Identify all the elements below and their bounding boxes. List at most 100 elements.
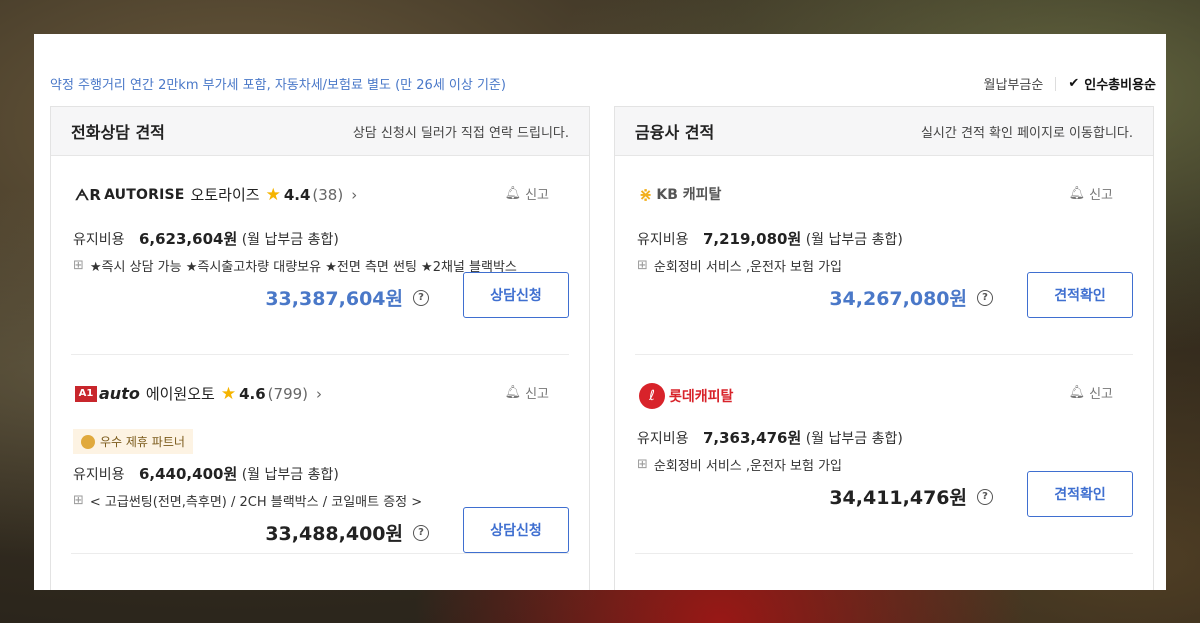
report-button[interactable]: 🔔︎ 신고: [505, 383, 549, 402]
gift-icon: ⊞: [73, 258, 84, 273]
autorise-logo: ᗅR AUTORISE: [75, 186, 185, 204]
kb-logo-text: KB 캐피탈: [656, 187, 722, 203]
a1auto-logo: A1 auto: [75, 384, 140, 403]
total-price: 33,387,604원 ?: [265, 284, 429, 311]
dealer-brand[interactable]: ᗅR AUTORISE 오토라이즈 ★ 4.4 (38) ›: [75, 184, 357, 205]
star-icon: ★: [220, 383, 237, 404]
bell-icon: 🔔︎: [504, 186, 522, 201]
column-title: 전화상담 견적: [71, 123, 165, 142]
help-icon[interactable]: ?: [413, 289, 429, 306]
dealer-options: ⊞ ★즉시 상담 가능 ★즉시출고차량 대량보유 ★전면 측면 썬팅 ★2채널 …: [73, 256, 517, 275]
help-icon[interactable]: ?: [977, 488, 993, 505]
price-value: 34,267,080원: [829, 288, 967, 310]
dealer-brand[interactable]: A1 auto 에이원오토 ★ 4.6 (799) ›: [75, 383, 322, 404]
report-label: 신고: [1089, 387, 1113, 402]
column-subtitle: 실시간 견적 확인 페이지로 이동합니다.: [920, 125, 1133, 141]
fee-suffix: (월 납부금 총합): [805, 431, 903, 447]
fee-value: 6,623,604원: [138, 230, 238, 248]
options-text: ★즉시 상담 가능 ★즉시출고차량 대량보유 ★전면 측면 썬팅 ★2채널 블랙…: [89, 260, 517, 275]
bell-icon: 🔔︎: [504, 385, 522, 400]
column-subtitle: 상담 신청시 딜러가 직접 연락 드립니다.: [352, 125, 569, 141]
finance-item-kb: ⋇ KB 캐피탈 🔔︎ 신고 유지비용 7,219,080원 (월 납부금 총합…: [635, 156, 1133, 355]
bell-icon: 🔔︎: [1068, 385, 1086, 400]
help-icon[interactable]: ?: [977, 289, 993, 306]
fee-value: 7,219,080원: [702, 230, 802, 248]
chevron-right-icon: ›: [316, 384, 323, 403]
kb-capital-logo: ⋇ KB 캐피탈: [639, 184, 721, 204]
fee-label: 유지비용: [73, 467, 125, 483]
finance-company-column: 금융사 견적 실시간 견적 확인 페이지로 이동합니다. ⋇ KB 캐피탈 🔔︎…: [614, 106, 1154, 590]
fee-suffix: (월 납부금 총합): [241, 467, 339, 483]
total-price: 33,488,400원 ?: [265, 519, 429, 546]
a1auto-logo-box: A1: [75, 385, 97, 402]
finance-options: ⊞ 순회정비 서비스 ,운전자 보험 가입: [637, 455, 842, 474]
maintenance-fee: 유지비용 7,363,476원 (월 납부금 총합): [637, 427, 903, 448]
total-price: 34,411,476원 ?: [829, 483, 993, 510]
price-value: 34,411,476원: [829, 487, 967, 509]
fee-value: 7,363,476원: [702, 429, 802, 447]
total-price: 34,267,080원 ?: [829, 284, 993, 311]
phone-consult-column: 전화상담 견적 상담 신청시 딜러가 직접 연락 드립니다. ᗅR AUTORI…: [50, 106, 590, 590]
report-button[interactable]: 🔔︎ 신고: [505, 184, 549, 203]
column-header: 전화상담 견적 상담 신청시 딜러가 직접 연락 드립니다.: [51, 107, 589, 156]
options-text: 순회정비 서비스 ,운전자 보험 가입: [653, 459, 843, 474]
lotte-logo-mark: ℓ: [639, 383, 665, 409]
finance-brand: ℓ 롯데캐피탈: [639, 383, 733, 409]
fee-suffix: (월 납부금 총합): [805, 232, 903, 248]
star-icon: ★: [265, 184, 281, 205]
fee-label: 유지비용: [637, 431, 689, 447]
consult-request-button[interactable]: 상담신청: [463, 272, 569, 318]
dealer-name: 에이원오토: [145, 385, 215, 403]
dealer-options: ⊞ < 고급썬팅(전면,측후면) / 2CH 블랙박스 / 코일매트 증정 >: [73, 491, 422, 510]
a1auto-logo-text: auto: [99, 384, 140, 403]
review-count: (799): [267, 384, 309, 403]
check-icon: ✔: [1068, 76, 1080, 91]
fee-label: 유지비용: [73, 232, 125, 248]
column-title: 금융사 견적: [635, 123, 715, 142]
options-text: 순회정비 서비스 ,운전자 보험 가입: [653, 260, 843, 275]
fee-suffix: (월 납부금 총합): [241, 232, 339, 248]
consult-request-button[interactable]: 상담신청: [463, 507, 569, 553]
column-header: 금융사 견적 실시간 견적 확인 페이지로 이동합니다.: [615, 107, 1153, 156]
report-label: 신고: [525, 188, 549, 203]
gift-icon: ⊞: [73, 493, 84, 508]
quote-check-button[interactable]: 견적확인: [1027, 272, 1133, 318]
dealer-name: 오토라이즈: [190, 186, 260, 204]
price-value: 33,488,400원: [265, 523, 403, 545]
condition-note: 약정 주행거리 연간 2만km 부가세 포함, 자동차세/보험료 별도 (만 2…: [50, 78, 506, 93]
sort-divider: [1055, 76, 1057, 91]
dealer-item-a1auto: A1 auto 에이원오토 ★ 4.6 (799) › 🔔︎ 신고 우수 제휴 …: [71, 355, 569, 554]
bell-icon: 🔔︎: [1068, 186, 1086, 201]
maintenance-fee: 유지비용 6,440,400원 (월 납부금 총합): [73, 463, 339, 484]
dealer-item-autorise: ᗅR AUTORISE 오토라이즈 ★ 4.4 (38) › 🔔︎ 신고 유지비…: [71, 156, 569, 355]
report-button[interactable]: 🔔︎ 신고: [1069, 383, 1113, 402]
finance-brand: ⋇ KB 캐피탈: [639, 184, 721, 204]
report-label: 신고: [525, 387, 549, 402]
finance-item-lotte: ℓ 롯데캐피탈 🔔︎ 신고 유지비용 7,363,476원 (월 납부금 총합)…: [635, 355, 1133, 554]
chevron-right-icon: ›: [351, 185, 358, 204]
price-value: 33,387,604원: [265, 288, 403, 310]
partner-badge-label: 우수 제휴 파트너: [100, 435, 185, 449]
medal-icon: [81, 434, 95, 449]
rating-value: 4.6: [239, 384, 266, 403]
sort-monthly-option[interactable]: 월납부금순: [984, 74, 1044, 93]
options-text: < 고급썬팅(전면,측후면) / 2CH 블랙박스 / 코일매트 증정 >: [89, 495, 423, 510]
help-icon[interactable]: ?: [413, 524, 429, 541]
autorise-logo-mark: ᗅR: [75, 185, 102, 204]
gift-icon: ⊞: [637, 457, 648, 472]
quote-panel: 약정 주행거리 연간 2만km 부가세 포함, 자동차세/보험료 별도 (만 2…: [34, 34, 1166, 590]
lotte-capital-logo: ℓ 롯데캐피탈: [639, 383, 733, 409]
kb-logo-mark: ⋇: [639, 184, 653, 204]
maintenance-fee: 유지비용 6,623,604원 (월 납부금 총합): [73, 228, 339, 249]
rating-value: 4.4: [283, 185, 311, 204]
partner-badge: 우수 제휴 파트너: [73, 429, 193, 454]
quote-check-button[interactable]: 견적확인: [1027, 471, 1133, 517]
finance-options: ⊞ 순회정비 서비스 ,운전자 보험 가입: [637, 256, 842, 275]
fee-label: 유지비용: [637, 232, 689, 248]
lotte-logo-text: 롯데캐피탈: [669, 389, 734, 405]
report-button[interactable]: 🔔︎ 신고: [1069, 184, 1113, 203]
report-label: 신고: [1089, 188, 1113, 203]
maintenance-fee: 유지비용 7,219,080원 (월 납부금 총합): [637, 228, 903, 249]
sort-total-option[interactable]: 인수총비용순: [1084, 74, 1156, 93]
fee-value: 6,440,400원: [138, 465, 238, 483]
